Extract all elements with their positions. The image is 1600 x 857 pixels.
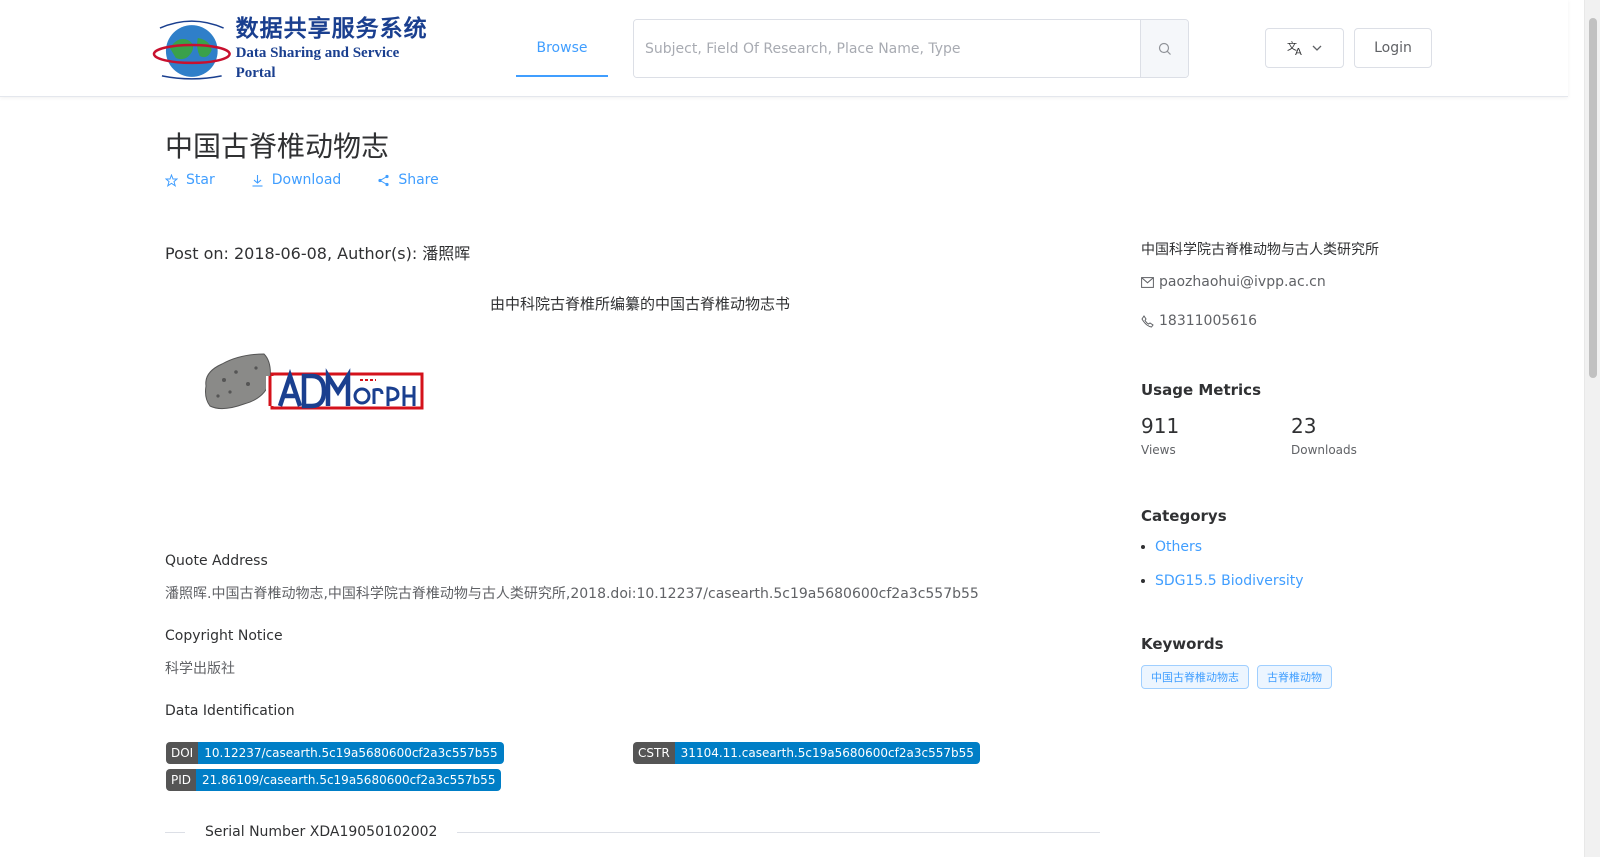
language-dropdown[interactable]: 文 A: [1265, 28, 1344, 68]
quote-address-value: 潘照晖.中国古脊椎动物志,中国科学院古脊椎动物与古人类研究所,2018.doi:…: [165, 586, 979, 602]
bullet: [1141, 579, 1145, 583]
pid-badge-key: PID: [166, 769, 197, 791]
usage-metrics-title: Usage Metrics: [1141, 381, 1261, 399]
pid-badge-value: 21.86109/casearth.5c19a5680600cf2a3c557b…: [196, 769, 502, 791]
categories-title: Categorys: [1141, 507, 1227, 525]
share-label: Share: [398, 172, 439, 188]
downloads-count: 23: [1291, 414, 1317, 438]
doi-badge-key: DOI: [166, 742, 199, 764]
top-header: 数据共享服务系统 Data Sharing and Service Portal…: [0, 0, 1568, 97]
divider-line: [165, 831, 185, 833]
share-button[interactable]: Share: [377, 172, 439, 188]
mail-icon: [1141, 276, 1154, 288]
globe-logo-icon: [152, 20, 231, 80]
bullet: [1141, 545, 1145, 549]
search-bar: [633, 19, 1189, 78]
search-button[interactable]: [1140, 20, 1188, 77]
download-label: Download: [271, 172, 342, 188]
keyword-tag[interactable]: 中国古脊椎动物志: [1141, 665, 1249, 689]
doi-badge-value: 10.12237/casearth.5c19a5680600cf2a3c557b…: [198, 742, 504, 764]
category-label: Others: [1155, 539, 1203, 555]
login-button[interactable]: Login: [1354, 28, 1432, 68]
serial-number: Serial Number XDA19050102002: [205, 824, 438, 840]
email-value: paozhaohui@ivpp.ac.cn: [1159, 274, 1326, 290]
copyright-label: Copyright Notice: [165, 628, 283, 644]
views-count: 911: [1141, 414, 1180, 438]
copyright-value: 科学出版社: [165, 661, 235, 677]
dataset-title: 中国古脊椎动物志: [165, 130, 390, 163]
keywords-title: Keywords: [1141, 635, 1224, 653]
cstr-badge[interactable]: CSTR 31104.11.casearth.5c19a5680600cf2a3…: [633, 742, 980, 764]
star-label: Star: [186, 172, 215, 188]
contact-email: paozhaohui@ivpp.ac.cn: [1141, 274, 1326, 290]
cstr-badge-key: CSTR: [633, 742, 675, 764]
admorph-logo-image: [205, 353, 424, 410]
organization-name: 中国科学院古脊椎动物与古人类研究所: [1141, 242, 1379, 258]
dataset-actions: Star Download Share: [165, 172, 475, 188]
post-meta: Post on: 2018-06-08, Author(s): 潘照晖: [165, 244, 471, 263]
keyword-tag[interactable]: 古脊椎动物: [1257, 665, 1332, 689]
translate-icon: 文 A: [1287, 40, 1302, 56]
download-button[interactable]: Download: [251, 172, 342, 188]
phone-icon: [1141, 314, 1154, 328]
category-label: SDG15.5 Biodiversity: [1155, 573, 1304, 589]
scrollbar-thumb[interactable]: [1589, 18, 1597, 378]
serial-number-divider: Serial Number XDA19050102002: [165, 822, 1100, 842]
views-label: Views: [1141, 443, 1176, 457]
data-identification-label: Data Identification: [165, 703, 295, 719]
chevron-down-icon: [1312, 45, 1321, 51]
star-icon: [165, 173, 178, 187]
doi-badge[interactable]: DOI 10.12237/casearth.5c19a5680600cf2a3c…: [166, 742, 504, 764]
contact-phone: 18311005616: [1141, 313, 1257, 329]
category-link[interactable]: SDG15.5 Biodiversity: [1141, 573, 1304, 589]
search-icon: [1158, 42, 1171, 55]
logo-title-en: Data Sharing and Service Portal: [235, 45, 400, 81]
site-logo[interactable]: 数据共享服务系统 Data Sharing and Service Portal: [152, 16, 442, 81]
nav-browse-tab[interactable]: Browse: [516, 20, 608, 77]
category-link[interactable]: Others: [1141, 539, 1202, 555]
star-button[interactable]: Star: [165, 172, 215, 188]
download-icon: [252, 174, 263, 187]
pid-badge[interactable]: PID 21.86109/casearth.5c19a5680600cf2a3c…: [166, 769, 502, 791]
keyword-list: 中国古脊椎动物志 古脊椎动物: [1141, 665, 1340, 689]
phone-value: 18311005616: [1159, 313, 1257, 329]
logo-title-cn: 数据共享服务系统: [235, 16, 428, 42]
dataset-description: 由中科院古脊椎所编纂的中国古脊椎动物志书: [489, 295, 790, 313]
page-scrollbar[interactable]: [1584, 0, 1600, 857]
svg-text:A: A: [1295, 47, 1302, 56]
cstr-badge-value: 31104.11.casearth.5c19a5680600cf2a3c557b…: [674, 742, 980, 764]
quote-address-label: Quote Address: [165, 553, 268, 569]
share-icon: [378, 174, 389, 186]
search-input[interactable]: [634, 20, 1140, 77]
downloads-label: Downloads: [1291, 443, 1357, 457]
divider-line: [457, 831, 1100, 833]
